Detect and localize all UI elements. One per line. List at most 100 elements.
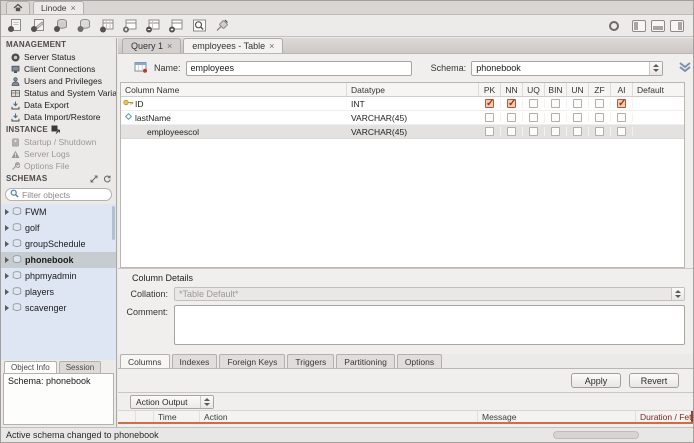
tab-triggers[interactable]: Triggers (287, 354, 335, 368)
tab-query-1[interactable]: Query 1 × (122, 38, 182, 53)
expander-icon[interactable] (5, 225, 9, 231)
bin-checkbox[interactable] (551, 127, 560, 136)
refresh-schemas-icon[interactable] (102, 174, 112, 183)
schema-row-players[interactable]: players (1, 284, 116, 300)
un-checkbox[interactable] (573, 99, 582, 108)
schema-filter-input[interactable] (22, 189, 102, 200)
bin-checkbox[interactable] (551, 99, 560, 108)
header-zf[interactable]: ZF (589, 83, 611, 96)
dropdown-stepper-icon[interactable] (200, 395, 213, 408)
schema-row-phpmyadmin[interactable]: phpmyadmin (1, 268, 116, 284)
comment-textarea[interactable] (174, 305, 685, 345)
sidebar-item-data-import[interactable]: Data Import/Restore (1, 111, 116, 123)
nn-checkbox[interactable] (507, 98, 516, 109)
schema-row-groupschedule[interactable]: groupSchedule (1, 236, 116, 252)
sidebar-item-users-privileges[interactable]: Users and Privileges (1, 75, 116, 87)
tab-indexes[interactable]: Indexes (171, 354, 218, 368)
horizontal-scrollbar-thumb[interactable] (553, 431, 639, 439)
header-default[interactable]: Default (633, 83, 684, 96)
header-action[interactable]: Action (200, 411, 478, 422)
column-row-employeescol[interactable]: employeescol VARCHAR(45) (121, 125, 684, 139)
header-nn[interactable]: NN (501, 83, 523, 96)
schema-tree-scrollbar[interactable] (112, 206, 115, 240)
create-view-icon[interactable] (121, 17, 140, 34)
tab-close-icon[interactable]: × (167, 42, 172, 51)
expander-icon[interactable] (5, 289, 9, 295)
header-un[interactable]: UN (567, 83, 589, 96)
toggle-left-panel-icon[interactable] (632, 19, 646, 32)
pk-checkbox[interactable] (485, 98, 494, 109)
header-bin[interactable]: BIN (545, 83, 567, 96)
expander-icon[interactable] (5, 241, 9, 247)
output-selector-dropdown[interactable]: Action Output (130, 394, 214, 409)
expander-icon[interactable] (5, 257, 9, 263)
expander-icon[interactable] (5, 209, 9, 215)
column-row-id[interactable]: ID INT (121, 97, 684, 111)
schema-dropdown[interactable]: phonebook (471, 60, 664, 76)
nn-checkbox[interactable] (507, 113, 516, 122)
tab-close-icon[interactable]: × (71, 4, 76, 13)
header-time[interactable]: Time (154, 411, 200, 422)
collapse-header-icon[interactable] (677, 61, 693, 75)
tab-options[interactable]: Options (396, 354, 443, 368)
create-procedure-icon[interactable] (144, 17, 163, 34)
pk-checkbox[interactable] (485, 113, 494, 122)
nn-checkbox[interactable] (507, 127, 516, 136)
un-checkbox[interactable] (573, 127, 582, 136)
uq-checkbox[interactable] (529, 113, 538, 122)
collation-dropdown[interactable]: *Table Default* (174, 287, 685, 301)
header-duration-fetch[interactable]: Duration / Fetch (636, 411, 693, 422)
sidebar-item-server-status[interactable]: Server Status (1, 51, 116, 63)
expand-schemas-icon[interactable] (89, 174, 99, 183)
zf-checkbox[interactable] (595, 99, 604, 108)
create-function-icon[interactable] (167, 17, 186, 34)
sidebar-item-status-system-variables[interactable]: Status and System Variables (1, 87, 116, 99)
connection-tab-linode[interactable]: Linode × (33, 1, 84, 14)
tab-columns[interactable]: Columns (120, 354, 170, 368)
sidebar-item-options-file[interactable]: Options File (1, 160, 116, 172)
tab-foreign-keys[interactable]: Foreign Keys (219, 354, 286, 368)
table-name-input[interactable] (185, 60, 412, 76)
dropdown-stepper-icon[interactable] (649, 61, 663, 75)
tab-close-icon[interactable]: × (269, 42, 274, 51)
column-row-lastname[interactable]: lastName VARCHAR(45) (121, 111, 684, 125)
create-schema-icon[interactable] (52, 17, 71, 34)
expander-icon[interactable] (5, 273, 9, 279)
new-sql-tab-icon[interactable] (6, 17, 25, 34)
sidebar-item-server-logs[interactable]: Server Logs (1, 148, 116, 160)
tab-session[interactable]: Session (58, 361, 102, 373)
tab-object-info[interactable]: Object Info (4, 361, 57, 373)
pk-checkbox[interactable] (485, 127, 494, 136)
ai-checkbox[interactable] (617, 113, 626, 122)
header-uq[interactable]: UQ (523, 83, 545, 96)
reconnect-dbms-icon[interactable] (213, 17, 232, 34)
ai-checkbox[interactable] (617, 98, 626, 109)
un-checkbox[interactable] (573, 113, 582, 122)
open-sql-script-icon[interactable] (29, 17, 48, 34)
uq-checkbox[interactable] (529, 127, 538, 136)
grid-empty-area[interactable] (121, 139, 684, 267)
sidebar-item-startup-shutdown[interactable]: Startup / Shutdown (1, 136, 116, 148)
dropdown-stepper-icon[interactable] (671, 288, 684, 300)
search-table-data-icon[interactable] (190, 17, 209, 34)
tab-employees-table[interactable]: employees - Table × (183, 38, 284, 53)
header-column-name[interactable]: Column Name (121, 83, 347, 96)
sidebar-item-client-connections[interactable]: Client Connections (1, 63, 116, 75)
toggle-bottom-panel-icon[interactable] (651, 19, 665, 32)
ai-checkbox[interactable] (617, 127, 626, 136)
header-ai[interactable]: AI (611, 83, 633, 96)
schema-row-fwm[interactable]: FWM (1, 204, 116, 220)
zf-checkbox[interactable] (595, 127, 604, 136)
header-message[interactable]: Message (478, 411, 636, 422)
zf-checkbox[interactable] (595, 113, 604, 122)
schema-row-phonebook[interactable]: phonebook (1, 252, 116, 268)
sidebar-item-data-export[interactable]: Data Export (1, 99, 116, 111)
expander-icon[interactable] (5, 305, 9, 311)
header-datatype[interactable]: Datatype (347, 83, 479, 96)
instance-actions-icon[interactable] (51, 125, 61, 134)
schema-row-scavenger[interactable]: scavenger (1, 300, 116, 316)
apply-button[interactable]: Apply (571, 373, 621, 388)
tab-partitioning[interactable]: Partitioning (336, 354, 395, 368)
header-pk[interactable]: PK (479, 83, 501, 96)
revert-button[interactable]: Revert (629, 373, 679, 388)
